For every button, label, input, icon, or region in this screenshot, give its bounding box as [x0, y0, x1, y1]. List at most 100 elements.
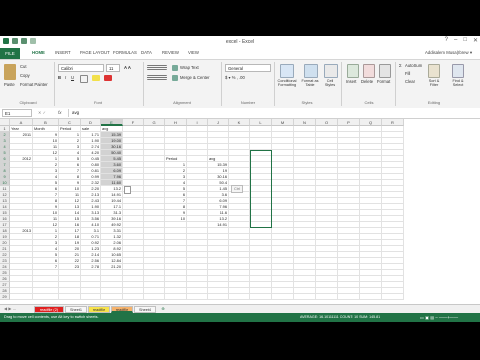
- maximize-icon[interactable]: □: [463, 37, 467, 44]
- currency-percent-icon[interactable]: $ ▾ % , .00: [225, 75, 245, 80]
- sheet-tab[interactable]: Sheet1: [65, 306, 87, 313]
- sheet-tab[interactable]: Sheet4: [134, 306, 156, 313]
- column-header[interactable]: L: [250, 119, 272, 126]
- underline-icon[interactable]: U: [71, 75, 74, 80]
- borders-icon[interactable]: [80, 75, 88, 83]
- tab-review[interactable]: REVIEW: [162, 50, 179, 55]
- zoom-slider[interactable]: ▭ ▣ ▤ – ——+——: [420, 315, 458, 320]
- paste-button[interactable]: Paste: [4, 82, 15, 87]
- gridline: [10, 293, 404, 294]
- grow-font-icon[interactable]: A A: [124, 65, 131, 70]
- column-header[interactable]: C: [59, 119, 81, 126]
- row-header[interactable]: 29: [0, 294, 10, 300]
- cell-A6[interactable]: 2012: [11, 156, 31, 162]
- column-header[interactable]: E: [101, 119, 123, 126]
- tab-insert[interactable]: INSERT: [55, 50, 71, 55]
- quick-analysis-icon[interactable]: [124, 186, 131, 194]
- status-message: Drag to move cell contents, use Alt key …: [4, 315, 99, 319]
- column-header[interactable]: J: [208, 119, 229, 126]
- paste-options-tooltip[interactable]: Ctrl: [231, 185, 244, 193]
- sheet-tab[interactable]: readfile (2): [34, 306, 64, 313]
- column-header[interactable]: O: [316, 119, 338, 126]
- column-header[interactable]: P: [338, 119, 360, 126]
- column-header[interactable]: N: [294, 119, 316, 126]
- font-color-icon[interactable]: [104, 75, 112, 81]
- delete-cells-icon: [363, 64, 375, 78]
- find-select-button[interactable]: Find & Select: [447, 79, 469, 87]
- sort-filter-button[interactable]: Sort & Filter: [424, 79, 444, 87]
- cell-styles-button[interactable]: Cell Styles: [322, 79, 338, 87]
- column-header[interactable]: D: [81, 119, 101, 126]
- user-account[interactable]: Addisalem Musa(Ibrew ▾: [425, 50, 472, 56]
- clear-button[interactable]: Clear: [405, 79, 415, 84]
- worksheet-grid[interactable]: A B C D E F G H I J K L M N O P Q R 1 2 3 4 5 6 7 8 9 10 11 12 13 14 15 1…: [0, 119, 480, 304]
- column-header[interactable]: G: [144, 119, 165, 126]
- fx-icon[interactable]: fx: [58, 110, 62, 115]
- sheet-tab[interactable]: readfile: [88, 306, 110, 313]
- wrap-text-button[interactable]: Wrap Text: [180, 65, 199, 70]
- format-button[interactable]: Format: [377, 79, 390, 84]
- gridline: [359, 126, 360, 300]
- font-name-select[interactable]: Calibri: [58, 64, 104, 72]
- paste-icon[interactable]: [4, 64, 16, 80]
- fill-color-icon[interactable]: [92, 75, 100, 81]
- cell-B24[interactable]: 7: [34, 264, 57, 270]
- column-header[interactable]: F: [123, 119, 144, 126]
- tab-home[interactable]: HOME: [32, 50, 45, 55]
- cell-E24[interactable]: 21.20: [102, 264, 121, 270]
- select-all-corner[interactable]: [0, 119, 10, 126]
- minimize-icon[interactable]: –: [454, 37, 457, 44]
- add-sheet-icon[interactable]: ⊕: [159, 306, 167, 313]
- align-left-icon[interactable]: [147, 75, 167, 80]
- sheet-nav-arrows[interactable]: ◀ ▶ ...: [4, 306, 16, 311]
- number-format-select[interactable]: General: [225, 64, 271, 72]
- conditional-formatting-button[interactable]: Conditional Formatting: [274, 79, 300, 87]
- format-painter-button[interactable]: Format Painter: [20, 82, 48, 87]
- cell-A2[interactable]: 2011: [11, 132, 31, 138]
- column-header[interactable]: B: [33, 119, 59, 126]
- tab-file[interactable]: FILE: [0, 48, 20, 59]
- cut-button[interactable]: Cut: [20, 64, 27, 69]
- sheet-tab[interactable]: readfile: [111, 306, 133, 313]
- font-size-select[interactable]: 11: [106, 64, 120, 72]
- column-header[interactable]: H: [165, 119, 187, 126]
- cell-styles-icon: [324, 64, 338, 78]
- cell-H16[interactable]: 10: [166, 216, 185, 222]
- cell-J17[interactable]: 14.91: [209, 222, 227, 228]
- column-header[interactable]: I: [187, 119, 208, 126]
- tab-page-layout[interactable]: PAGE LAYOUT: [80, 50, 110, 55]
- column-header[interactable]: A: [10, 119, 33, 126]
- gridline: [207, 126, 208, 300]
- cell-C24[interactable]: 23: [60, 264, 79, 270]
- tab-data[interactable]: DATA: [141, 50, 152, 55]
- bold-icon[interactable]: B: [58, 75, 61, 80]
- cell-D24[interactable]: 2.78: [82, 264, 99, 270]
- cancel-confirm-icons[interactable]: ✕ ✓: [38, 110, 46, 115]
- close-icon[interactable]: ✕: [473, 37, 478, 44]
- column-header[interactable]: R: [382, 119, 404, 126]
- cell-A18[interactable]: 2013: [11, 228, 31, 234]
- gridline: [315, 126, 316, 300]
- help-icon[interactable]: ?: [445, 37, 448, 44]
- insert-button[interactable]: Insert: [346, 79, 356, 84]
- name-box[interactable]: E1: [2, 109, 32, 117]
- delete-button[interactable]: Delete: [361, 79, 373, 84]
- format-as-table-button[interactable]: Format as Table: [299, 79, 321, 87]
- tab-view[interactable]: VIEW: [188, 50, 199, 55]
- copy-button[interactable]: Copy: [20, 73, 30, 78]
- fill-button[interactable]: Fill: [405, 71, 410, 76]
- gridline: [293, 126, 294, 300]
- formula-input[interactable]: avg: [68, 109, 468, 117]
- merge-center-button[interactable]: Merge & Center: [180, 75, 210, 80]
- conditional-formatting-icon: [280, 64, 294, 78]
- divider: [221, 62, 222, 106]
- status-stats: AVERAGE: 16.10111111 COUNT: 10 SUM: 145.…: [300, 315, 381, 319]
- column-header[interactable]: K: [229, 119, 250, 126]
- autosum-button[interactable]: AutoSum: [405, 63, 422, 68]
- column-header[interactable]: M: [272, 119, 294, 126]
- align-top-icon[interactable]: [147, 65, 167, 70]
- sort-filter-icon: [428, 64, 440, 78]
- column-header[interactable]: Q: [360, 119, 382, 126]
- italic-icon[interactable]: I: [65, 75, 66, 80]
- tab-formulas[interactable]: FORMULAS: [113, 50, 137, 55]
